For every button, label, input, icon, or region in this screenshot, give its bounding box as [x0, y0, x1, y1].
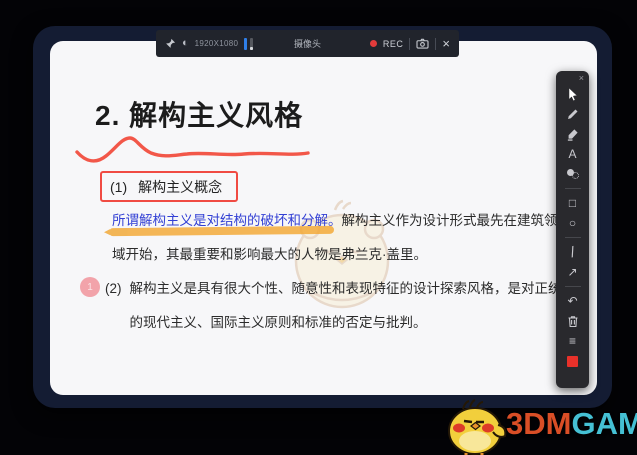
paragraph-1-line2: 域开始，其最重要和影响最大的人物是弗兰克·盖里。 [112, 247, 427, 262]
presentation-window: 2. 解构主义风格 (1) 解构主义概念 所谓解构主义是对结构的破坏和分解。解构… [33, 26, 612, 408]
toolbar-divider [564, 237, 581, 238]
marker-tool[interactable] [561, 125, 585, 143]
brand-text: 3DMGAME [506, 406, 637, 442]
panel-close-icon[interactable]: × [577, 72, 586, 85]
3dm-mascot-icon [448, 399, 507, 455]
slide-canvas: 2. 解构主义风格 (1) 解构主义概念 所谓解构主义是对结构的破坏和分解。解构… [50, 41, 597, 395]
brand-3dm: 3DM [506, 406, 572, 441]
resolution-label: 1920X1080 [194, 39, 239, 48]
number-stamp-annotation: 1 [80, 277, 100, 297]
annotation-toolbar: × A □ ○ / ↗ ↶ ≡ [556, 71, 589, 388]
section-heading-text: 解构主义概念 [138, 178, 223, 195]
recording-toolbar: ◐ 1920X1080 摄像头 REC × [156, 30, 459, 57]
mic-level-bar [244, 37, 248, 50]
toolbar-divider [564, 286, 581, 287]
paragraph-2: (2) 解构主义是具有很大个性、随意性和表现特征的设计探索风格，是对正统 的现代… [105, 272, 562, 340]
slide-title: 2. 解构主义风格 [95, 100, 304, 131]
text-tool[interactable]: A [561, 145, 585, 163]
3dmgame-watermark: 3DMGAME [440, 397, 637, 455]
red-wavy-underline [75, 136, 310, 163]
rec-label: REC [382, 38, 404, 49]
toolbar-divider [564, 188, 581, 189]
toolbar-divider [409, 37, 411, 50]
number-stamp-tool[interactable] [561, 165, 585, 183]
cursor-tool[interactable] [561, 85, 585, 103]
section-heading-number: (1) [110, 178, 128, 195]
stop-color-swatch[interactable] [561, 352, 585, 370]
paragraph-1-line1: 解构主义作为设计形式最先在建筑领 [341, 213, 558, 228]
section-heading-box: (1) 解构主义概念 [100, 171, 238, 202]
menu-tool[interactable]: ≡ [561, 332, 585, 350]
paragraph-2-number: (2) [105, 281, 122, 296]
pen-tool[interactable] [561, 105, 585, 123]
brand-game: GAME [571, 406, 637, 441]
rec-indicator-dot [369, 40, 377, 47]
close-icon[interactable]: × [442, 37, 450, 50]
system-level-bar [250, 37, 254, 50]
screen: 2. 解构主义风格 (1) 解构主义概念 所谓解构主义是对结构的破坏和分解。解构… [0, 0, 637, 455]
screenshot-camera-icon[interactable] [416, 38, 429, 49]
pin-icon[interactable] [165, 38, 176, 49]
camera-source-label: 摄像头 [293, 39, 322, 49]
contrast-icon[interactable]: ◐ [182, 38, 189, 49]
paragraph-1-highlighted-phrase: 所谓解构主义是对结构的破坏和分解。 [112, 213, 342, 228]
trash-tool[interactable] [561, 312, 585, 330]
ellipse-tool[interactable]: ○ [561, 214, 585, 232]
rectangle-tool[interactable]: □ [561, 194, 585, 212]
arrow-tool[interactable]: ↗ [561, 263, 585, 281]
undo-tool[interactable]: ↶ [561, 292, 585, 310]
paragraph-2-text: 解构主义是具有很大个性、随意性和表现特征的设计探索风格，是对正统 的现代主义、国… [129, 281, 562, 330]
line-tool[interactable]: / [561, 243, 585, 261]
toolbar-divider [435, 37, 437, 50]
audio-level-meters [244, 37, 254, 50]
paragraph-1: 所谓解构主义是对结构的破坏和分解。解构主义作为设计形式最先在建筑领 域开始，其最… [108, 204, 558, 272]
